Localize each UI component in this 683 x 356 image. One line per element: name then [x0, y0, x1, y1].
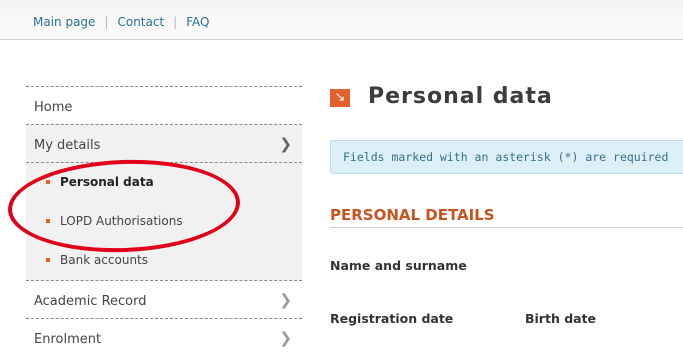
sidebar: Home My details ❯ Personal data LOPD Aut… — [26, 86, 302, 356]
sidebar-item-home[interactable]: Home — [26, 86, 302, 124]
my-details-submenu: Personal data LOPD Authorisations Bank a… — [26, 162, 302, 280]
sidebar-subitem-lopd-authorisations[interactable]: LOPD Authorisations — [26, 202, 302, 241]
sidebar-item-label: Academic Record — [34, 294, 147, 309]
sidebar-item-label: My details — [34, 138, 101, 153]
sidebar-subitem-bank-accounts[interactable]: Bank accounts — [26, 241, 302, 280]
sidebar-subitem-label: Bank accounts — [60, 253, 149, 267]
sidebar-item-enrolment[interactable]: Enrolment ❯ — [26, 318, 302, 356]
sidebar-item-label: Enrolment — [34, 332, 102, 347]
sidebar-item-label: Home — [34, 100, 73, 115]
main-content: ↘ Personal data Fields marked with an as… — [330, 84, 683, 326]
contact-link[interactable]: Contact — [117, 15, 164, 29]
main-page-link[interactable]: Main page — [33, 15, 95, 29]
title-row: ↘ Personal data — [330, 84, 683, 116]
name-surname-label: Name and surname — [330, 258, 467, 273]
separator: | — [104, 15, 109, 29]
sidebar-item-my-details[interactable]: My details ❯ — [26, 124, 302, 162]
arrow-down-right-icon: ↘ — [330, 89, 350, 107]
bullet-icon — [46, 258, 50, 262]
birth-date-label: Birth date — [525, 311, 597, 326]
bullet-icon — [46, 180, 50, 184]
sidebar-item-academic-record[interactable]: Academic Record ❯ — [26, 280, 302, 318]
sidebar-subitem-personal-data[interactable]: Personal data — [26, 163, 302, 202]
sidebar-subitem-label: Personal data — [60, 175, 154, 189]
top-navigation: Main page | Contact | FAQ — [0, 0, 683, 40]
page-title: Personal data — [368, 84, 553, 109]
faq-link[interactable]: FAQ — [186, 15, 209, 29]
section-title: PERSONAL DETAILS — [330, 206, 495, 224]
registration-date-label: Registration date — [330, 311, 454, 326]
chevron-right-icon: ❯ — [279, 329, 292, 347]
separator: | — [173, 15, 178, 29]
section-divider — [330, 227, 683, 228]
sidebar-subitem-label: LOPD Authorisations — [60, 214, 183, 228]
chevron-right-icon: ❯ — [279, 135, 292, 153]
bullet-icon — [46, 219, 50, 223]
chevron-right-icon: ❯ — [279, 291, 292, 309]
top-links: Main page | Contact | FAQ — [33, 15, 209, 29]
required-fields-notice: Fields marked with an asterisk (*) are r… — [330, 140, 683, 174]
